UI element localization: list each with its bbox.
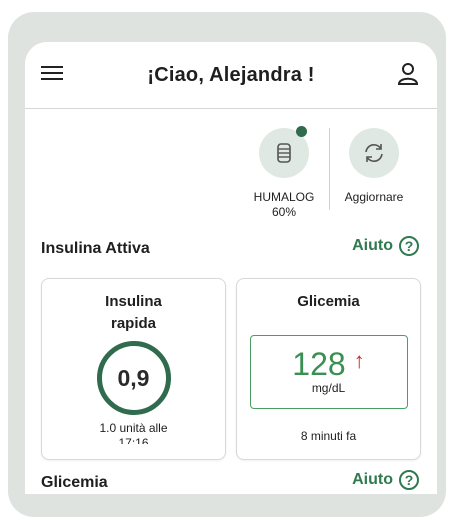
profile-icon[interactable] (397, 62, 419, 86)
glucose-time-ago: 8 minuti fa (300, 429, 357, 443)
app-screen: ¡Ciao, Alejandra ! HUMALOG 60% Aggiornar… (25, 42, 437, 494)
device-level: 60% (271, 205, 297, 219)
device-humalog[interactable]: HUMALOG 60% (244, 126, 324, 220)
card-title: Glicemia (297, 293, 360, 310)
divider (329, 128, 330, 210)
glucose-value: 128 (292, 346, 346, 382)
glucose-reading-box: 128 ↑ mg/dL (249, 335, 408, 409)
help-link-glycemia[interactable]: Aiuto ? (352, 470, 419, 490)
help-link-insulin[interactable]: Aiuto ? (352, 236, 419, 256)
status-dot (296, 126, 307, 137)
insulin-vial-icon (259, 126, 309, 178)
glucose-unit: mg/dL (311, 381, 346, 395)
question-icon: ? (399, 236, 419, 256)
insulin-gauge: 0,9 (96, 341, 171, 415)
card-title: Insulina rapida (42, 291, 225, 335)
rapid-insulin-card[interactable]: Insulina rapida 0,9 1.0 unità alle 17:16 (41, 278, 226, 460)
insulin-detail-line2: 17:16 (118, 436, 149, 444)
insulin-detail: 1.0 unità alle 17:16 (42, 421, 225, 444)
help-label: Aiuto (352, 471, 393, 488)
app-header: ¡Ciao, Alejandra ! (25, 42, 437, 109)
up-arrow-icon: ↑ (353, 348, 365, 373)
card-title-line1: Insulina (105, 293, 162, 310)
section-title-active-insulin: Insulina Attiva (41, 240, 150, 257)
refresh-button[interactable]: Aggiornare (334, 128, 414, 205)
refresh-icon (349, 128, 399, 178)
card-title-line2: rapida (110, 315, 156, 332)
section-title-glycemia: Glicemia (41, 474, 108, 491)
glycemia-card[interactable]: Glicemia 128 ↑ mg/dL 8 minuti fa (236, 278, 421, 460)
refresh-label: Aggiornare (344, 190, 404, 204)
device-name: HUMALOG (253, 190, 315, 204)
insulin-detail-line1: 1.0 unità alle (99, 421, 168, 435)
page-title: ¡Ciao, Alejandra ! (147, 64, 315, 86)
question-icon: ? (399, 470, 419, 490)
help-label: Aiuto (352, 237, 393, 254)
